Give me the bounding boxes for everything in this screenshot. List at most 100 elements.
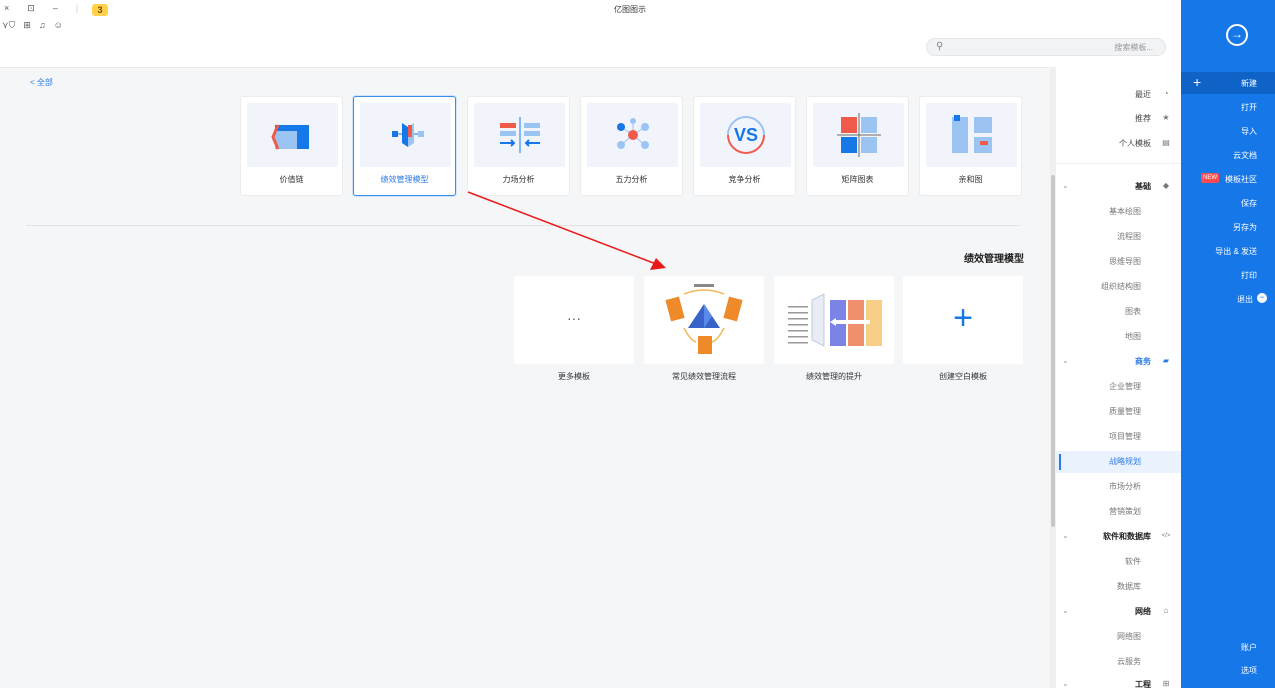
template-browser: < 全部 价值链 绩效管理模型 力场分析 五力分析 VS 竞争分析 矩阵图表 亲… [0,67,1050,688]
sidebar-item-project-mgmt[interactable]: 项目管理 [1056,426,1181,448]
sidebar-item-label: 数据库 [1117,582,1141,591]
nav-item-label: 新建 [1241,79,1257,88]
notification-badge[interactable]: 3 [92,4,108,16]
minimize-window-icon[interactable]: – [53,3,58,14]
sidebar-item-label: 企业管理 [1109,382,1141,391]
sidebar-group-basic[interactable]: ⌄ 基础 ◆ [1056,176,1181,198]
chevron-down-icon: ⌄ [1062,181,1069,190]
bell-icon[interactable]: ♫ [39,20,46,31]
new-badge: NEW [1201,173,1219,183]
sidebar-item-basic-drawing[interactable]: 基本绘图 [1056,201,1181,223]
apps-grid-icon[interactable]: ⊞ [23,20,31,31]
sidebar-item-label: 推荐 [1135,114,1151,123]
sidebar-item-personal-templates[interactable]: 个人模板 ▤ [1056,133,1181,155]
nav-item-label: 导入 [1241,127,1257,136]
sidebar-item-label: 个人模板 [1119,139,1151,148]
nav-item-label: 导出 & 发送 [1215,247,1257,256]
nav-item-print[interactable]: 打印 [1181,264,1275,286]
nav-item-new[interactable]: + 新建 [1181,72,1275,94]
sidebar-item-org-chart[interactable]: 组织结构图 [1056,276,1181,298]
nav-item-label: 云文档 [1233,151,1257,160]
nav-item-label: 模板社区 [1225,175,1257,184]
sidebar-item-cloud-service[interactable]: 云服务 [1056,651,1181,673]
sidebar-item-label: 组织结构图 [1101,282,1141,291]
titlebar-divider: | [75,3,79,13]
sidebar-item-maps[interactable]: 地图 [1056,326,1181,348]
back-arrow-icon[interactable]: → [1226,24,1248,46]
sidebar-item-recent[interactable]: 最近 ◔ [1056,84,1181,106]
template-category-sidebar: 最近 ◔ 推荐 ★ 个人模板 ▤ ⌄ 基础 ◆ 基本绘图 流程图 思维导图 组织… [1056,67,1181,688]
nav-item-label: 退出 [1237,295,1253,304]
nav-item-save-as[interactable]: 另存为 [1181,216,1275,238]
window-title: 亿图图示 [614,5,646,14]
network-icon: ⌂ [1163,606,1169,615]
sidebar-item-flowchart[interactable]: 流程图 [1056,226,1181,248]
sidebar-item-label: 最近 [1135,90,1151,99]
nav-item-label: 打开 [1241,103,1257,112]
person-icon: ▤ [1162,138,1170,147]
sidebar-item-label: 质量管理 [1109,407,1141,416]
sidebar-item-recommended[interactable]: 推荐 ★ [1056,108,1181,130]
nav-item-label: 保存 [1241,199,1257,208]
nav-item-exit[interactable]: − 退出 [1181,288,1275,310]
sidebar-group-label: 基础 [1135,182,1151,191]
nav-item-open[interactable]: 打开 [1181,96,1275,118]
sidebar-item-label: 云服务 [1117,657,1141,666]
help-icon[interactable]: ☺ [54,20,63,31]
sidebar-item-charts[interactable]: 图表 [1056,301,1181,323]
restore-window-icon[interactable]: ⊡ [27,3,35,14]
annotation-arrow [467,191,666,270]
search-icon: ⚲ [936,41,944,52]
close-window-icon[interactable]: × [4,3,9,14]
sidebar-item-label: 基本绘图 [1109,207,1141,216]
nav-item-save[interactable]: 保存 [1181,192,1275,214]
sidebar-item-mindmap[interactable]: 思维导图 [1056,251,1181,273]
sidebar-group-label: 工程 [1135,680,1151,688]
sidebar-item-marketing[interactable]: 营销策划 [1056,501,1181,523]
sidebar-group-software-db[interactable]: ⌄ 软件和数据库 </> [1056,526,1181,548]
nav-item-label: 打印 [1241,271,1257,280]
sidebar-item-quality-mgmt[interactable]: 质量管理 [1056,401,1181,423]
shirt-icon[interactable]: ⋎⛉ [2,20,15,31]
sidebar-item-strategy[interactable]: 战略规划 [1056,451,1181,473]
main-nav: → + 新建 打开 导入 云文档 NEW 模板社区 保存 另存为 导出 & 发送… [1181,0,1275,688]
sidebar-item-software[interactable]: 软件 [1056,551,1181,573]
sidebar-item-database[interactable]: 数据库 [1056,576,1181,598]
star-icon: ★ [1162,113,1170,122]
sidebar-item-label: 图表 [1125,307,1141,316]
sidebar-item-label: 网络图 [1117,632,1141,641]
sidebar-separator [1056,163,1181,164]
sidebar-item-label: 流程图 [1117,232,1141,241]
nav-item-cloud-docs[interactable]: 云文档 [1181,144,1275,166]
sidebar-item-label: 市场分析 [1109,482,1141,491]
sidebar-item-label: 项目管理 [1109,432,1141,441]
sidebar-group-engineering[interactable]: ⌄ 工程 ⊞ [1056,674,1181,688]
search-input[interactable]: ⚲ 搜索模板... [926,38,1166,56]
sidebar-item-market-analysis[interactable]: 市场分析 [1056,476,1181,498]
nav-item-import[interactable]: 导入 [1181,120,1275,142]
nav-item-account[interactable]: 账户 [1241,642,1257,653]
sidebar-item-network-diagram[interactable]: 网络图 [1056,626,1181,648]
sidebar-group-business[interactable]: ⌄ 商务 ▰ [1056,351,1181,373]
code-icon: </> [1161,533,1171,539]
plus-icon: + [1193,74,1202,90]
sidebar-item-enterprise-mgmt[interactable]: 企业管理 [1056,376,1181,398]
nav-item-label: 另存为 [1233,223,1257,232]
shape-icon: ◆ [1162,181,1170,190]
clock-icon: ◔ [1163,89,1169,98]
search-placeholder: 搜索模板... [1114,43,1153,52]
nav-item-template-community[interactable]: NEW 模板社区 [1181,168,1275,190]
sidebar-group-label: 软件和数据库 [1103,532,1151,541]
nav-item-export-send[interactable]: 导出 & 发送 [1181,240,1275,262]
engineering-icon: ⊞ [1162,679,1170,688]
sidebar-item-label: 软件 [1125,557,1141,566]
scrollbar-thumb[interactable] [1051,175,1055,527]
chevron-down-icon: ⌄ [1062,606,1069,615]
sidebar-item-label: 营销策划 [1109,507,1141,516]
app-window: × ⊡ – | ⋎⛉ ⊞ ♫ ☺ 3 亿图图示 ⚲ 搜索模板... < 全部 价… [0,0,1275,688]
sidebar-group-label: 网络 [1135,607,1151,616]
sidebar-group-network[interactable]: ⌄ 网络 ⌂ [1056,601,1181,623]
sidebar-item-label: 战略规划 [1109,457,1141,466]
title-bar: × ⊡ – | ⋎⛉ ⊞ ♫ ☺ 3 亿图图示 [0,0,1181,38]
nav-item-options[interactable]: 选项 [1241,665,1257,676]
